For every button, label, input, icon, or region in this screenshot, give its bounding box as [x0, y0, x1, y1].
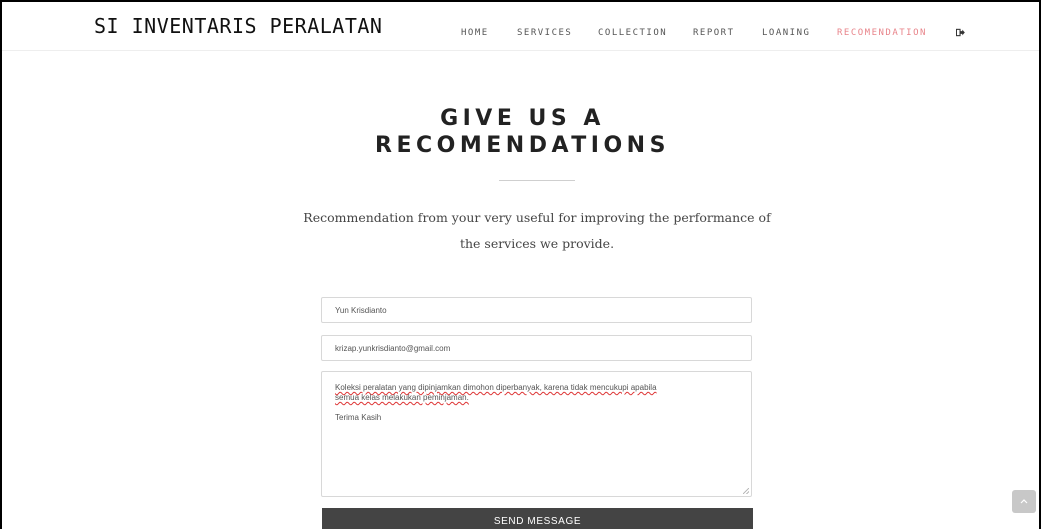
name-field[interactable]: Yun Krisdianto — [321, 297, 752, 323]
email-field[interactable]: krizap.yunkrisdianto@gmail.com — [321, 335, 752, 361]
page-title-line-2: RECOMENDATIONS — [375, 133, 670, 158]
subtitle-line-2: the services we provide. — [459, 236, 615, 251]
browser-frame: SI INVENTARIS PERALATAN HOME SERVICES CO… — [0, 0, 1041, 529]
resize-grip-icon[interactable] — [743, 488, 749, 494]
navbar: SI INVENTARIS PERALATAN HOME SERVICES CO… — [2, 2, 1039, 51]
message-textarea[interactable]: Koleksi peralatan yang dipinjamkan dimoh… — [321, 371, 752, 497]
nav-item-home[interactable]: HOME — [461, 28, 489, 38]
nav-item-collection[interactable]: COLLECTION — [598, 28, 667, 38]
message-line-1: Koleksi peralatan yang dipinjamkan dimoh… — [335, 383, 657, 392]
scroll-to-top-button[interactable] — [1012, 490, 1036, 513]
nav-item-report[interactable]: REPORT — [693, 28, 735, 38]
name-field-value: Yun Krisdianto — [335, 306, 387, 315]
message-line-3: Terima Kasih — [335, 413, 382, 422]
logout-icon[interactable] — [956, 28, 965, 37]
subtitle-line-1: Recommendation from your very useful for… — [303, 210, 771, 225]
nav-item-recomendation[interactable]: RECOMENDATION — [837, 28, 927, 38]
email-field-value: krizap.yunkrisdianto@gmail.com — [335, 344, 451, 353]
send-message-button[interactable]: SEND MESSAGE — [322, 508, 753, 529]
brand-title[interactable]: SI INVENTARIS PERALATAN — [94, 14, 382, 38]
chevron-up-icon — [1020, 499, 1028, 504]
title-divider — [499, 180, 575, 181]
page-title-line-1: GIVE US A — [440, 106, 605, 131]
nav-item-services[interactable]: SERVICES — [517, 28, 572, 38]
nav-item-loaning[interactable]: LOANING — [762, 28, 810, 38]
message-content: Koleksi peralatan yang dipinjamkan dimoh… — [335, 383, 735, 423]
message-line-2: semua kelas melakukan peminjaman. — [335, 393, 469, 402]
